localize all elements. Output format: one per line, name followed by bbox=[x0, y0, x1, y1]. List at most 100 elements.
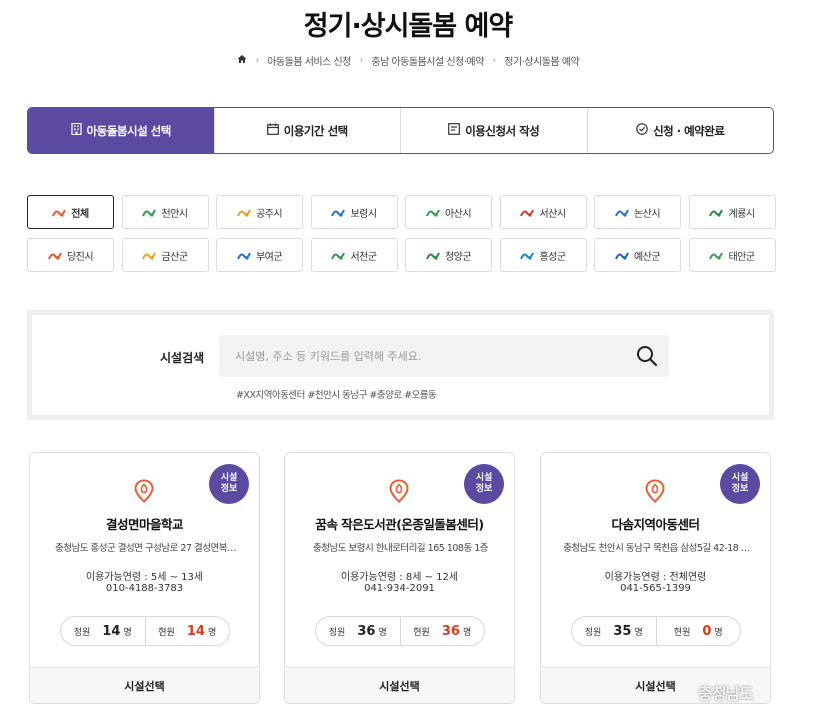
region-label: 천안시 bbox=[161, 208, 188, 220]
region-button[interactable]: 서산시 bbox=[499, 195, 587, 229]
facility-info-button[interactable]: 시설 정보 bbox=[720, 464, 760, 504]
region-emblem-icon bbox=[615, 252, 629, 260]
region-emblem-icon bbox=[331, 252, 346, 260]
current-count: 현원 0 명 bbox=[655, 617, 741, 645]
facility-age-range: 이용가능연령 : 8세 ~ 12세 bbox=[340, 572, 459, 583]
region-emblem-icon bbox=[426, 209, 440, 217]
region-label: 부여군 bbox=[255, 251, 283, 263]
current-value: 36 bbox=[441, 623, 460, 639]
region-button[interactable]: 보령시 bbox=[310, 195, 398, 229]
region-label: 아산시 bbox=[444, 208, 472, 220]
region-button[interactable]: 논산시 bbox=[594, 195, 681, 229]
region-emblem-icon bbox=[331, 209, 346, 217]
form-icon bbox=[448, 123, 461, 138]
region-label: 예산군 bbox=[633, 251, 661, 263]
search-input[interactable] bbox=[219, 335, 669, 377]
region-emblem-icon bbox=[520, 252, 535, 260]
facility-info-button[interactable]: 시설 정보 bbox=[464, 464, 504, 504]
chevron-right-icon: › bbox=[255, 55, 259, 66]
capacity-unit: 명 bbox=[378, 627, 387, 638]
calendar-icon bbox=[266, 123, 279, 138]
facility-info-button[interactable]: 시설 정보 bbox=[209, 464, 249, 504]
region-emblem-icon bbox=[142, 252, 157, 260]
facility-phone: 041-934-2091 bbox=[364, 583, 435, 594]
region-emblem-icon bbox=[52, 209, 67, 217]
step-label: 이용신청서 작성 bbox=[465, 123, 540, 138]
region-label: 서천군 bbox=[350, 251, 377, 263]
facility-age-range: 이용가능연령 : 전체연령 bbox=[604, 572, 707, 583]
step-application-form[interactable]: 이용신청서 작성 bbox=[400, 108, 587, 153]
region-button[interactable]: 홍성군 bbox=[499, 238, 587, 272]
watermark-logo: 충청남도 bbox=[698, 684, 754, 703]
capacity-label: 정원 bbox=[73, 627, 91, 638]
check-circle-icon bbox=[636, 123, 648, 138]
region-label: 당진시 bbox=[66, 251, 94, 263]
search-panel: 시설검색 #XX지역아동센터 #천안시 동남구 #충양로 #오룡동 bbox=[27, 310, 774, 420]
building-icon bbox=[71, 122, 82, 138]
facility-name: 결성면마을학교 bbox=[105, 517, 184, 532]
region-button[interactable]: 전체 bbox=[27, 195, 114, 229]
region-button[interactable]: 당진시 bbox=[27, 238, 114, 272]
capacity-value: 36 bbox=[357, 623, 376, 639]
capacity-label: 정원 bbox=[584, 627, 602, 638]
region-button[interactable]: 부여군 bbox=[216, 238, 303, 272]
home-icon[interactable] bbox=[237, 54, 247, 67]
region-label: 보령시 bbox=[350, 208, 377, 220]
region-button[interactable]: 천안시 bbox=[121, 195, 209, 229]
occupancy-pill: 정원 36 명 현원 36 명 bbox=[315, 616, 485, 646]
facility-address: 충청남도 천안시 동남구 목천읍 삼성5길 42-18 … bbox=[563, 543, 750, 554]
badge-line: 정보 bbox=[220, 484, 238, 494]
search-icon[interactable] bbox=[636, 345, 660, 369]
step-facility-select[interactable]: 아동돌봄시설 선택 bbox=[28, 108, 214, 153]
capacity-unit: 명 bbox=[123, 627, 132, 638]
facility-name: 다솜지역아동센터 bbox=[611, 517, 700, 532]
region-button[interactable]: 공주시 bbox=[216, 195, 303, 229]
select-facility-button[interactable]: 시설선택 bbox=[30, 667, 259, 703]
region-button[interactable]: 예산군 bbox=[594, 238, 681, 272]
region-button[interactable]: 아산시 bbox=[405, 195, 492, 229]
region-label: 공주시 bbox=[255, 208, 283, 220]
step-tabs: 아동돌봄시설 선택 이용기간 선택 이용신청서 작성 신청 · 예약완료 bbox=[27, 107, 774, 154]
current-unit: 명 bbox=[462, 627, 472, 638]
capacity-value: 14 bbox=[102, 623, 121, 639]
capacity-count: 정원 35 명 bbox=[572, 624, 656, 639]
region-label: 전체 bbox=[71, 208, 89, 220]
badge-line: 시설 bbox=[220, 473, 238, 483]
region-label: 서산시 bbox=[539, 208, 566, 220]
step-label: 아동돌봄시설 선택 bbox=[86, 123, 172, 138]
region-label: 청양군 bbox=[444, 251, 472, 263]
breadcrumb-item[interactable]: 충남 아동돌봄시설 신청·예약 bbox=[371, 53, 484, 68]
occupancy-pill: 정원 35 명 현원 0 명 bbox=[571, 616, 741, 646]
breadcrumb-item[interactable]: 아동돌봄 서비스 신청 bbox=[267, 53, 351, 68]
facility-card: 시설 정보다솜지역아동센터충청남도 천안시 동남구 목천읍 삼성5길 42-18 … bbox=[540, 452, 771, 704]
region-button[interactable]: 청양군 bbox=[405, 238, 492, 272]
search-tags[interactable]: #XX지역아동센터 #천안시 동남구 #충양로 #오룡동 bbox=[236, 387, 437, 401]
region-label: 계룡시 bbox=[728, 208, 755, 220]
badge-line: 정보 bbox=[475, 484, 493, 494]
chevron-right-icon: › bbox=[492, 55, 497, 66]
badge-line: 시설 bbox=[731, 473, 749, 483]
facility-age-range: 이용가능연령 : 5세 ~ 13세 bbox=[85, 572, 204, 583]
current-count: 현원 36 명 bbox=[399, 617, 485, 645]
step-period-select[interactable]: 이용기간 선택 bbox=[213, 108, 401, 153]
current-unit: 명 bbox=[714, 627, 723, 638]
region-emblem-icon bbox=[709, 209, 724, 217]
select-facility-button[interactable]: 시설선택 bbox=[285, 667, 514, 703]
capacity-unit: 명 bbox=[634, 627, 643, 638]
step-complete[interactable]: 신청 · 예약완료 bbox=[586, 108, 774, 153]
region-filter: 전체 천안시 공주시 보령시 아산시 서산시 논산시 계룡시당진시 금산군 부여군 서천군 청양군 홍성… bbox=[27, 195, 776, 272]
region-button[interactable]: 태안군 bbox=[688, 238, 776, 272]
region-button[interactable]: 서천군 bbox=[310, 238, 398, 272]
location-pin-icon bbox=[644, 479, 666, 503]
breadcrumb-item-current[interactable]: 정기·상시돌봄 예약 bbox=[504, 53, 579, 68]
facility-card: 시설 정보 꿈속 작은도서관(온종일돌봄센터) 충청남도 보령시 한내로터리길 165… bbox=[284, 452, 515, 704]
search-label: 시설검색 bbox=[160, 351, 205, 365]
badge-line: 정보 bbox=[731, 484, 749, 494]
region-emblem-icon bbox=[48, 252, 62, 260]
region-label: 금산군 bbox=[161, 251, 188, 263]
region-button[interactable]: 계룡시 bbox=[688, 195, 776, 229]
facility-card: 시설 정보 결성면마을학교 충청남도 홍성군 결성면 구성남로 27 결성면복… 이용가… bbox=[29, 452, 260, 704]
region-emblem-icon bbox=[237, 209, 251, 217]
region-emblem-icon bbox=[426, 252, 440, 260]
region-button[interactable]: 금산군 bbox=[121, 238, 209, 272]
